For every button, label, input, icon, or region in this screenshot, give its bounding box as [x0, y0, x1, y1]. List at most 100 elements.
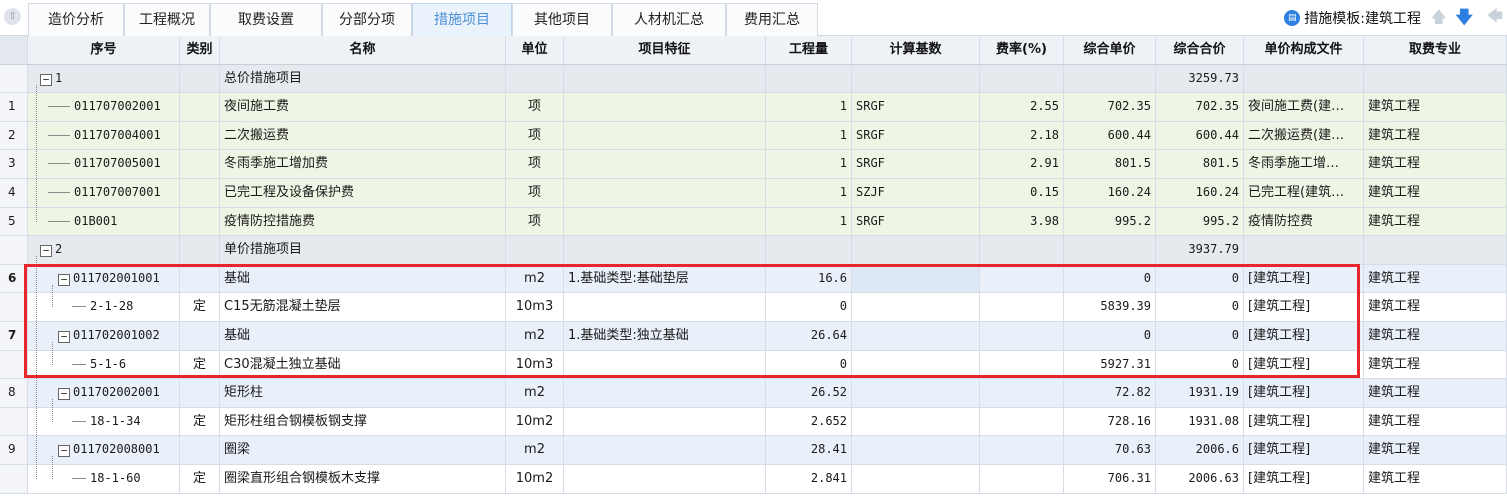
cell-price-file[interactable]: 疫情防控费	[1244, 207, 1364, 237]
cell-name[interactable]: 已完工程及设备保护费	[220, 179, 506, 208]
cell-price-file[interactable]: [建筑工程]	[1244, 407, 1364, 437]
template-selector[interactable]: ▤ 措施模板:建筑工程	[1284, 7, 1421, 29]
cell-type[interactable]	[180, 93, 220, 122]
table-row[interactable]: 18-1-60 定圈梁直形组合钢模板木支撑 10m2 2.841 706.31 2006.…	[0, 465, 1507, 494]
cell-total-price[interactable]: 600.44	[1156, 121, 1244, 151]
cell-feature[interactable]: 1.基础类型:基础垫层	[564, 264, 766, 294]
cell-code[interactable]: 18-1-60	[28, 465, 180, 494]
cell-type[interactable]: 定	[180, 407, 220, 437]
cell-code[interactable]: −011702002001	[28, 379, 180, 408]
cell-fee-major[interactable]: 建筑工程	[1364, 322, 1507, 351]
cell-total-price[interactable]: 3937.79	[1156, 236, 1244, 265]
cell-code[interactable]: −011702001001	[28, 264, 180, 294]
cell-name[interactable]: 矩形柱组合钢模板钢支撑	[220, 407, 506, 437]
cell-quantity[interactable]: 1	[766, 207, 852, 237]
cell-rate[interactable]: 2.55	[980, 93, 1064, 122]
cell-unit[interactable]: m2	[506, 264, 564, 294]
cell-price-file[interactable]: [建筑工程]	[1244, 436, 1364, 465]
cell-feature[interactable]: 1.基础类型:独立基础	[564, 322, 766, 351]
cell-unit-price[interactable]: 5839.39	[1064, 293, 1156, 322]
cell-feature[interactable]	[564, 436, 766, 465]
cell-total-price[interactable]: 2006.63	[1156, 465, 1244, 494]
cell-price-file[interactable]	[1244, 236, 1364, 265]
cell-base[interactable]: SZJF	[852, 179, 980, 208]
cell-name[interactable]: 二次搬运费	[220, 121, 506, 151]
table-row[interactable]: 2-1-28 定 C15无筋混凝土垫层 10m3 0 5839.39 0 [建筑工程] 建筑工程	[0, 293, 1507, 322]
cell-fee-major[interactable]	[1364, 64, 1507, 94]
cell-code[interactable]: 011707005001	[28, 150, 180, 179]
collapse-toggle-icon[interactable]: −	[58, 331, 70, 343]
tab-measures[interactable]: 措施项目	[412, 3, 512, 36]
collapse-toggle-icon[interactable]: −	[58, 445, 70, 458]
cell-code[interactable]: 011707007001	[28, 179, 180, 208]
cell-unit-price[interactable]: 72.82	[1064, 379, 1156, 408]
cell-unit[interactable]: 10m2	[506, 407, 564, 437]
cell-type[interactable]: 定	[180, 293, 220, 322]
cell-type[interactable]	[180, 236, 220, 265]
table-row[interactable]: −2 单价措施项目 3937.79	[0, 236, 1507, 265]
header-col-name[interactable]: 名称	[220, 36, 506, 65]
cell-fee-major[interactable]: 建筑工程	[1364, 150, 1507, 179]
cell-base[interactable]	[852, 236, 980, 265]
tab-fee-settings[interactable]: 取费设置	[210, 3, 322, 36]
cell-unit-price[interactable]: 0	[1064, 264, 1156, 294]
cell-unit-price[interactable]: 70.63	[1064, 436, 1156, 465]
cell-type[interactable]	[180, 121, 220, 151]
cell-quantity[interactable]: 1	[766, 121, 852, 151]
cell-unit[interactable]	[506, 64, 564, 94]
cell-feature[interactable]	[564, 93, 766, 122]
cell-name[interactable]: C30混凝土独立基础	[220, 350, 506, 380]
cell-base[interactable]: SRGF	[852, 150, 980, 179]
cell-total-price[interactable]: 801.5	[1156, 150, 1244, 179]
cell-feature[interactable]	[564, 121, 766, 151]
cell-unit-price[interactable]: 706.31	[1064, 465, 1156, 494]
cell-rate[interactable]: 3.98	[980, 207, 1064, 237]
cell-unit[interactable]: m2	[506, 379, 564, 408]
cell-quantity[interactable]: 0	[766, 293, 852, 322]
cell-rate[interactable]	[980, 407, 1064, 437]
tab-project-overview[interactable]: 工程概况	[124, 3, 210, 36]
cell-type[interactable]: 定	[180, 465, 220, 494]
cell-unit[interactable]: 项	[506, 121, 564, 151]
cell-quantity[interactable]: 26.64	[766, 322, 852, 351]
tab-cost-analysis[interactable]: 造价分析	[28, 3, 124, 36]
header-col-fee-major[interactable]: 取费专业	[1364, 36, 1507, 65]
cell-unit[interactable]: 项	[506, 93, 564, 122]
cell-name[interactable]: 圈梁直形组合钢模板木支撑	[220, 465, 506, 494]
cell-quantity[interactable]: 2.652	[766, 407, 852, 437]
cell-rate[interactable]	[980, 64, 1064, 94]
cell-base[interactable]	[852, 407, 980, 437]
cell-unit-price[interactable]	[1064, 236, 1156, 265]
cell-unit-price[interactable]: 801.5	[1064, 150, 1156, 179]
cell-rate[interactable]	[980, 293, 1064, 322]
cell-unit-price[interactable]: 0	[1064, 322, 1156, 351]
cell-feature[interactable]	[564, 150, 766, 179]
cell-unit[interactable]: 项	[506, 207, 564, 237]
cell-code[interactable]: 011707004001	[28, 121, 180, 151]
cell-feature[interactable]	[564, 293, 766, 322]
cell-name[interactable]: C15无筋混凝土垫层	[220, 293, 506, 322]
cell-rate[interactable]: 2.18	[980, 121, 1064, 151]
cell-total-price[interactable]: 160.24	[1156, 179, 1244, 208]
cell-rate[interactable]	[980, 322, 1064, 351]
cell-type[interactable]: 定	[180, 350, 220, 380]
cell-unit-price[interactable]: 728.16	[1064, 407, 1156, 437]
cell-rate[interactable]	[980, 264, 1064, 294]
cell-rate[interactable]	[980, 379, 1064, 408]
tab-labor-material-summary[interactable]: 人材机汇总	[612, 3, 726, 36]
cell-base[interactable]	[852, 322, 980, 351]
cell-fee-major[interactable]: 建筑工程	[1364, 264, 1507, 294]
cell-price-file[interactable]: 夜间施工费(建…	[1244, 93, 1364, 122]
cell-total-price[interactable]: 3259.73	[1156, 64, 1244, 94]
cell-unit-price[interactable]: 5927.31	[1064, 350, 1156, 380]
cell-code[interactable]: 18-1-34	[28, 407, 180, 437]
collapse-toggle-icon[interactable]: −	[58, 273, 70, 286]
cell-quantity[interactable]: 1	[766, 179, 852, 208]
cell-code[interactable]: 011707002001	[28, 93, 180, 122]
move-down-icon[interactable]: 🡇	[1456, 5, 1473, 34]
cell-code[interactable]: 01B001	[28, 207, 180, 237]
cell-unit-price[interactable]: 160.24	[1064, 179, 1156, 208]
header-col-type[interactable]: 类别	[180, 36, 220, 65]
cell-total-price[interactable]: 995.2	[1156, 207, 1244, 237]
cell-code[interactable]: −011702008001	[28, 436, 180, 465]
